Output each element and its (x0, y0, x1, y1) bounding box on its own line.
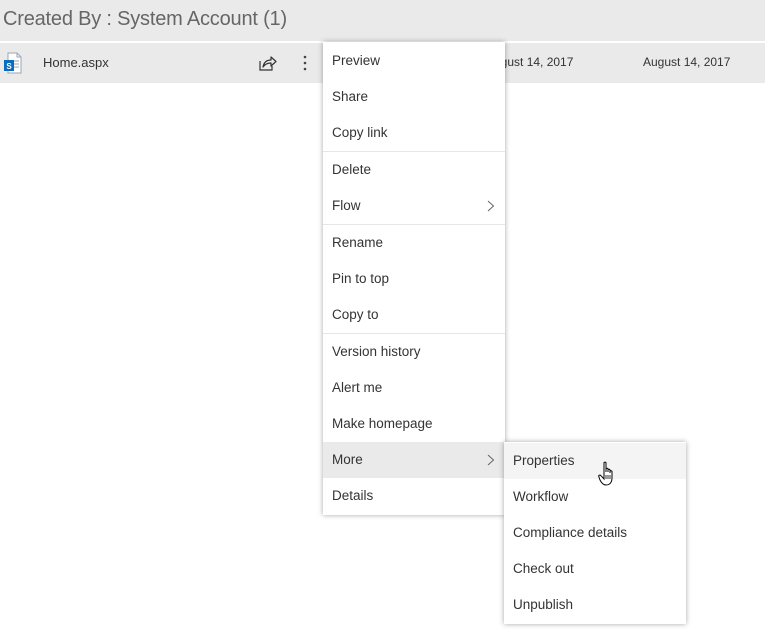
menu-item-copy-link[interactable]: Copy link (323, 115, 505, 151)
menu-item-label: Properties (513, 453, 575, 468)
menu-item-share[interactable]: Share (323, 79, 505, 115)
group-header: Created By : System Account (1) (0, 0, 765, 41)
menu-item-label: Flow (332, 198, 361, 213)
file-name-link[interactable]: Home.aspx (43, 55, 109, 70)
svg-text:S: S (6, 62, 12, 71)
modified-date: ugust 14, 2017 (494, 55, 574, 69)
more-vertical-icon[interactable] (300, 53, 310, 73)
menu-item-version-history[interactable]: Version history (323, 334, 505, 370)
group-title: Created By : System Account (1) (3, 8, 287, 30)
share-icon[interactable] (258, 54, 277, 72)
menu-item-make-homepage[interactable]: Make homepage (323, 406, 505, 442)
chevron-right-icon (487, 454, 495, 466)
submenu-item-compliance-details[interactable]: Compliance details (504, 515, 686, 551)
created-date: August 14, 2017 (643, 55, 731, 69)
submenu-item-properties[interactable]: Properties (504, 443, 686, 479)
menu-item-label: Check out (513, 561, 574, 576)
menu-item-more[interactable]: More (323, 442, 505, 478)
menu-item-label: Alert me (332, 380, 383, 395)
menu-item-copy-to[interactable]: Copy to (323, 297, 505, 333)
menu-item-label: Delete (332, 162, 372, 177)
menu-item-details[interactable]: Details (323, 478, 505, 514)
menu-item-label: Share (332, 89, 369, 104)
menu-item-label: Copy to (332, 307, 379, 322)
submenu-item-check-out[interactable]: Check out (504, 551, 686, 587)
menu-item-preview[interactable]: Preview (323, 43, 505, 79)
chevron-right-icon (487, 200, 495, 212)
menu-item-pin-to-top[interactable]: Pin to top (323, 261, 505, 297)
sharepoint-page-icon: S (4, 52, 22, 74)
menu-item-delete[interactable]: Delete (323, 152, 505, 188)
menu-item-label: Unpublish (513, 597, 574, 612)
menu-item-label: Preview (332, 53, 381, 68)
menu-item-rename[interactable]: Rename (323, 225, 505, 261)
menu-item-label: More (332, 452, 363, 467)
menu-item-label: Copy link (332, 125, 388, 140)
menu-item-alert-me[interactable]: Alert me (323, 370, 505, 406)
menu-item-label: Compliance details (513, 525, 628, 540)
menu-item-label: Version history (332, 344, 421, 359)
menu-item-label: Workflow (513, 489, 569, 504)
menu-item-label: Pin to top (332, 271, 390, 286)
menu-item-label: Make homepage (332, 416, 433, 431)
menu-item-flow[interactable]: Flow (323, 188, 505, 224)
context-menu: Preview Share Copy link Delete Flow Rena… (323, 42, 505, 515)
submenu-item-workflow[interactable]: Workflow (504, 479, 686, 515)
menu-item-label: Details (332, 488, 374, 503)
submenu-item-unpublish[interactable]: Unpublish (504, 587, 686, 623)
more-submenu: Properties Workflow Compliance details C… (504, 442, 686, 624)
menu-item-label: Rename (332, 235, 384, 250)
